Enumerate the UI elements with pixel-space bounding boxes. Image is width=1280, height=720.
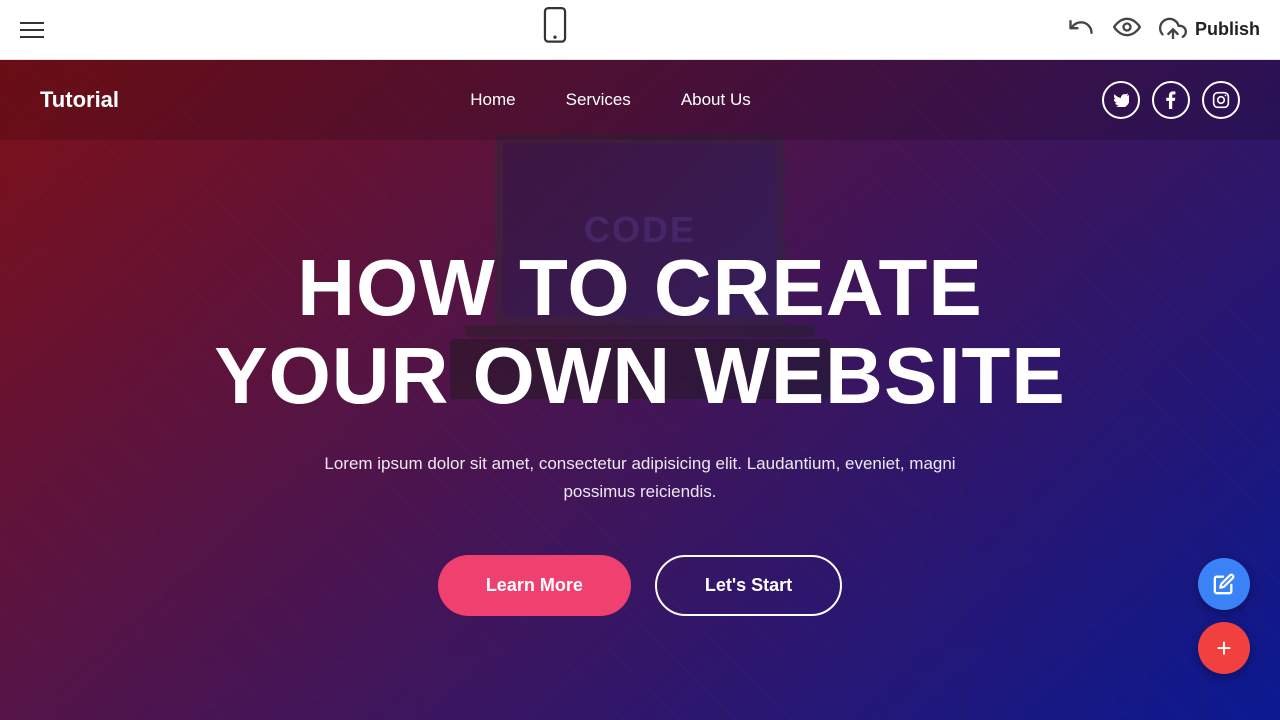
hero-title: HOW TO CREATE YOUR OWN WEBSITE [214, 244, 1066, 420]
mobile-preview-icon[interactable] [541, 7, 569, 52]
plus-icon: + [1216, 635, 1231, 661]
instagram-link[interactable] [1202, 81, 1240, 119]
toolbar-left [20, 22, 44, 38]
toolbar: Publish [0, 0, 1280, 60]
site-preview: CODE Tutorial Home Services About Us [0, 60, 1280, 720]
site-nav-links: Home Services About Us [470, 90, 750, 110]
eye-button[interactable] [1113, 16, 1141, 43]
lets-start-button[interactable]: Let's Start [655, 555, 842, 616]
site-nav: Tutorial Home Services About Us [0, 60, 1280, 140]
hero-subtitle: Lorem ipsum dolor sit amet, consectetur … [290, 450, 990, 504]
facebook-link[interactable] [1152, 81, 1190, 119]
nav-link-home[interactable]: Home [470, 90, 515, 110]
site-social-icons [1102, 81, 1240, 119]
hero-content: HOW TO CREATE YOUR OWN WEBSITE Lorem ips… [214, 164, 1066, 615]
fab-pencil-button[interactable] [1198, 558, 1250, 610]
nav-link-about[interactable]: About Us [681, 90, 751, 110]
hero-title-line1: HOW TO CREATE [297, 243, 983, 332]
undo-button[interactable] [1067, 13, 1095, 46]
publish-label: Publish [1195, 19, 1260, 40]
toolbar-center [541, 7, 569, 52]
hamburger-menu-button[interactable] [20, 22, 44, 38]
toolbar-right: Publish [1067, 13, 1260, 46]
hero-buttons: Learn More Let's Start [214, 555, 1066, 616]
publish-button[interactable]: Publish [1159, 15, 1260, 44]
nav-link-services[interactable]: Services [566, 90, 631, 110]
fab-plus-button[interactable]: + [1198, 622, 1250, 674]
twitter-link[interactable] [1102, 81, 1140, 119]
cloud-upload-icon [1159, 15, 1187, 44]
site-logo: Tutorial [40, 87, 119, 113]
learn-more-button[interactable]: Learn More [438, 555, 631, 616]
hero-title-line2: YOUR OWN WEBSITE [214, 331, 1066, 420]
